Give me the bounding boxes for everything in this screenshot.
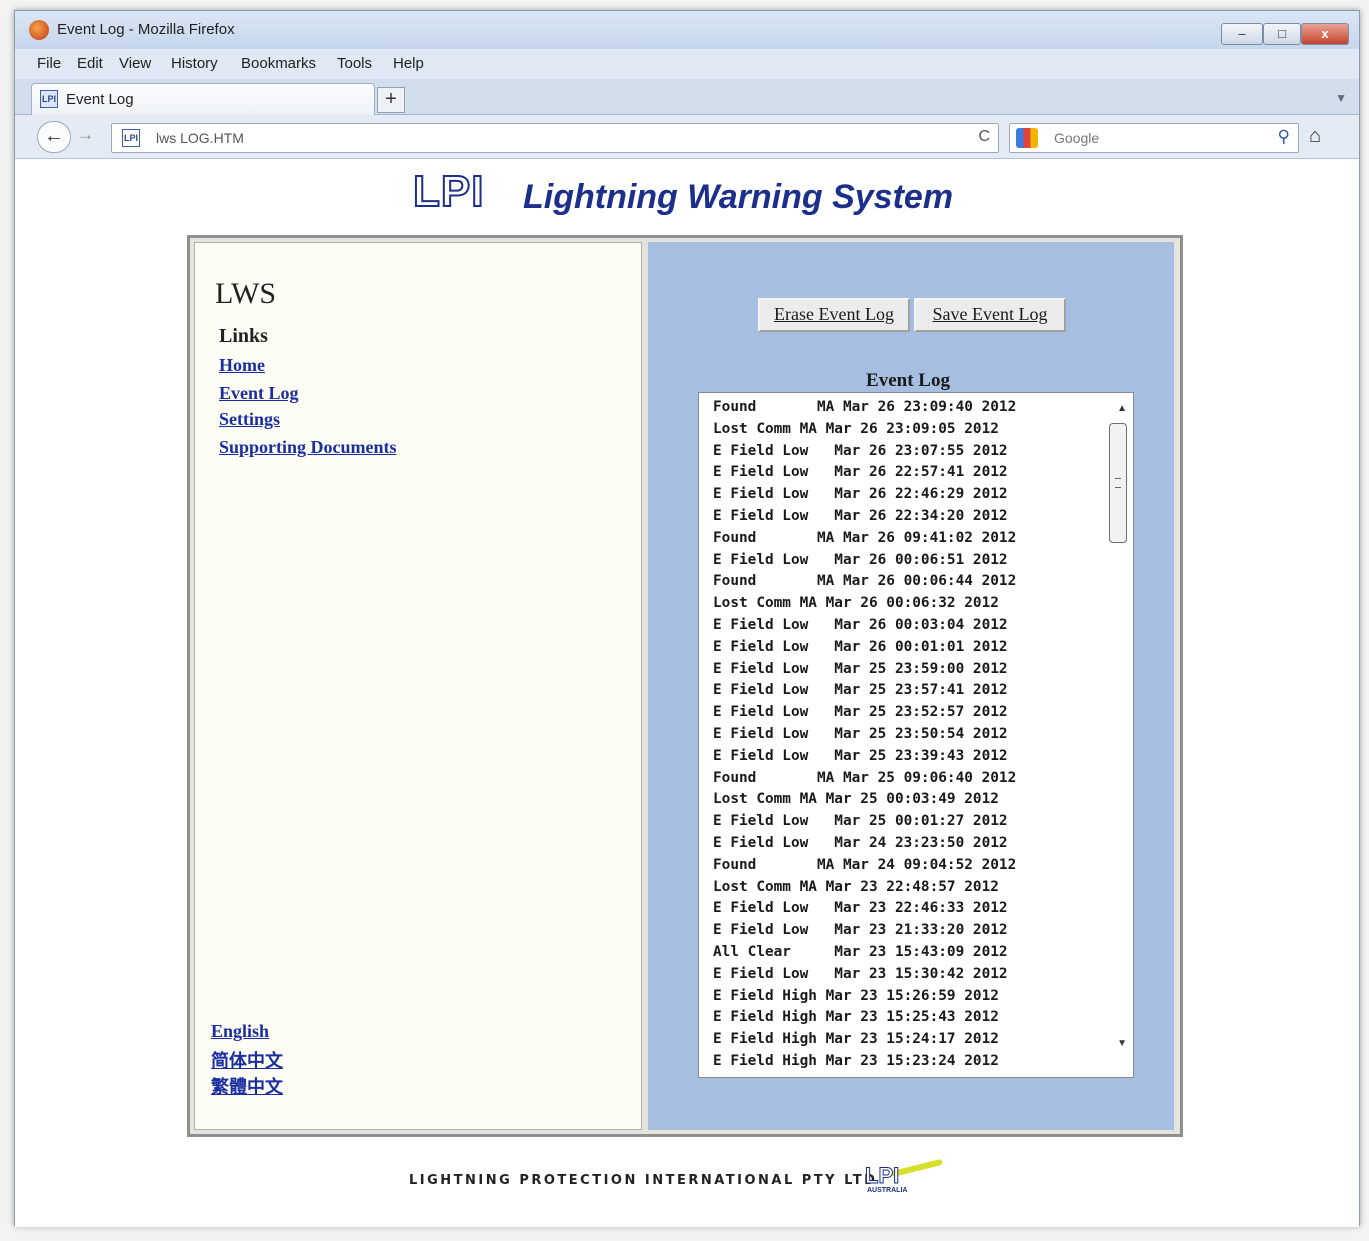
log-entry: E Field Low Mar 25 00:01:27 2012 xyxy=(713,813,1008,830)
menu-history[interactable]: History xyxy=(171,55,218,72)
log-entry: E Field High Mar 23 15:26:59 2012 xyxy=(713,987,999,1004)
log-entry: E Field Low Mar 23 15:30:42 2012 xyxy=(713,965,1008,982)
log-entry: E Field Low Mar 26 22:57:41 2012 xyxy=(713,464,1008,481)
footer-logo-mark: LPI xyxy=(864,1163,900,1189)
menu-edit[interactable]: Edit xyxy=(77,55,103,72)
menu-bookmarks[interactable]: Bookmarks xyxy=(241,55,316,72)
tab-bar: LPI Event Log + ▼ xyxy=(15,79,1359,115)
scrollbar-grip-icon xyxy=(1115,478,1121,488)
log-entry: E Field Low Mar 26 00:06:51 2012 xyxy=(713,551,1008,568)
reload-icon[interactable]: C xyxy=(978,128,990,146)
links-heading: Links xyxy=(219,325,268,347)
sidebar: LWS Links Home Event Log Settings Suppor… xyxy=(194,242,642,1130)
footer-company: LIGHTNING PROTECTION INTERNATIONAL PTY L… xyxy=(409,1173,878,1188)
log-entry: E Field Low Mar 23 22:46:33 2012 xyxy=(713,900,1008,917)
log-entry: E Field Low Mar 26 22:34:20 2012 xyxy=(713,507,1008,524)
log-entry: E Field Low Mar 24 23:23:50 2012 xyxy=(713,834,1008,851)
log-entry: Found MA Mar 26 23:09:40 2012 xyxy=(713,399,1017,415)
log-entry: E Field High Mar 23 15:24:17 2012 xyxy=(713,1031,999,1048)
log-entry: E Field Low Mar 25 23:57:41 2012 xyxy=(713,682,1008,699)
google-icon[interactable] xyxy=(1016,128,1038,148)
link-supporting-documents[interactable]: Supporting Documents xyxy=(219,437,397,458)
log-entry: Lost Comm MA Mar 23 22:48:57 2012 xyxy=(713,878,999,895)
log-entry: Found MA Mar 25 09:06:40 2012 xyxy=(713,769,1017,786)
log-entry: E Field High Mar 23 15:25:43 2012 xyxy=(713,1009,999,1026)
maximize-button[interactable]: □ xyxy=(1263,23,1301,45)
tab-event-log[interactable]: LPI Event Log xyxy=(31,83,375,115)
footer-logo: LPI AUSTRALIA xyxy=(861,1158,943,1199)
menu-view[interactable]: View xyxy=(119,55,151,72)
sidebar-title: LWS xyxy=(215,277,277,310)
back-button[interactable]: ← xyxy=(37,121,71,153)
link-event-log[interactable]: Event Log xyxy=(219,383,299,404)
logo-mark: LPI xyxy=(412,167,485,216)
search-bar[interactable]: Google ⚲ xyxy=(1009,123,1299,153)
scrollbar-thumb[interactable] xyxy=(1109,423,1127,543)
log-entry: E Field High Mar 23 15:23:24 2012 xyxy=(713,1052,999,1069)
log-entry: E Field Low Mar 26 22:46:29 2012 xyxy=(713,486,1008,503)
link-settings[interactable]: Settings xyxy=(219,409,280,430)
log-entry: Lost Comm MA Mar 26 00:06:32 2012 xyxy=(713,595,999,612)
save-event-log-button[interactable]: Save Event Log xyxy=(914,298,1066,332)
log-entry: E Field Low Mar 25 23:50:54 2012 xyxy=(713,725,1008,742)
log-entry: E Field Low Mar 26 23:07:55 2012 xyxy=(713,442,1008,459)
log-entry: Lost Comm MA Mar 25 00:03:49 2012 xyxy=(713,791,999,808)
menu-tools[interactable]: Tools xyxy=(337,55,372,72)
url-text[interactable]: lws LOG.HTM xyxy=(156,130,244,146)
log-entry: E Field Low Mar 25 23:59:00 2012 xyxy=(713,660,1008,677)
forward-button[interactable]: → xyxy=(77,125,94,145)
content-frame: LWS Links Home Event Log Settings Suppor… xyxy=(187,235,1183,1137)
scroll-up-icon[interactable]: ▲ xyxy=(1117,403,1127,414)
search-icon[interactable]: ⚲ xyxy=(1278,127,1290,147)
menu-bar: File Edit View History Bookmarks Tools H… xyxy=(15,49,1359,79)
scroll-down-icon[interactable]: ▼ xyxy=(1117,1038,1127,1049)
link-home[interactable]: Home xyxy=(219,355,265,376)
url-bar[interactable]: LPI lws LOG.HTM C xyxy=(111,123,999,153)
log-entry: Found MA Mar 24 09:04:52 2012 xyxy=(713,856,1017,873)
log-entry: E Field Low Mar 25 23:52:57 2012 xyxy=(713,704,1008,721)
event-log-textarea[interactable]: Found MA Mar 26 23:09:40 2012 Lost Comm M… xyxy=(698,392,1134,1078)
log-entry: E Field Low Mar 26 00:03:04 2012 xyxy=(713,616,1008,633)
log-entry: Lost Comm MA Mar 26 23:09:05 2012 xyxy=(713,420,999,437)
lang-english[interactable]: English xyxy=(211,1021,269,1042)
tab-list-icon[interactable]: ▼ xyxy=(1335,91,1347,105)
log-entry: All Clear Mar 23 15:43:09 2012 xyxy=(713,943,1008,960)
log-entry: E Field Low Mar 26 00:01:01 2012 xyxy=(713,638,1008,655)
log-entry: Found MA Mar 26 00:06:44 2012 xyxy=(713,573,1017,590)
title-bar: Event Log - Mozilla Firefox – □ x xyxy=(15,11,1359,49)
erase-event-log-button[interactable]: Erase Event Log xyxy=(758,298,910,332)
log-entry: E Field Low Mar 25 23:39:43 2012 xyxy=(713,747,1008,764)
menu-help[interactable]: Help xyxy=(393,55,424,72)
tab-label: Event Log xyxy=(66,91,134,108)
lang-simplified-chinese[interactable]: 简体中文 xyxy=(211,1047,283,1073)
navigation-bar: ← → LPI lws LOG.HTM C Google ⚲ ⌂ xyxy=(15,115,1359,159)
footer-logo-sub: AUSTRALIA xyxy=(867,1187,908,1194)
event-log-panel: Erase Event Log Save Event Log Event Log… xyxy=(648,242,1174,1130)
minimize-button[interactable]: – xyxy=(1221,23,1263,45)
home-icon[interactable]: ⌂ xyxy=(1309,125,1321,148)
lpi-favicon-icon: LPI xyxy=(40,90,58,108)
firefox-icon xyxy=(29,20,49,40)
window-title: Event Log - Mozilla Firefox xyxy=(57,21,235,38)
lang-traditional-chinese[interactable]: 繁體中文 xyxy=(211,1073,283,1099)
log-entry: Found MA Mar 26 09:41:02 2012 xyxy=(713,529,1017,546)
logo-text: Lightning Warning System xyxy=(523,178,954,216)
page-viewport: LPI Lightning Warning System LWS Links H… xyxy=(15,159,1359,1227)
menu-file[interactable]: File xyxy=(37,55,61,72)
close-button[interactable]: x xyxy=(1301,23,1349,45)
event-log-heading: Event Log xyxy=(866,370,950,391)
event-log-list: Found MA Mar 26 23:09:40 2012 Lost Comm M… xyxy=(713,397,1093,1073)
site-identity-icon[interactable]: LPI xyxy=(122,129,140,147)
browser-window: Event Log - Mozilla Firefox – □ x File E… xyxy=(14,10,1360,1227)
new-tab-button[interactable]: + xyxy=(377,87,405,113)
search-input[interactable]: Google xyxy=(1054,130,1099,146)
log-entry: E Field Low Mar 23 21:33:20 2012 xyxy=(713,922,1008,939)
